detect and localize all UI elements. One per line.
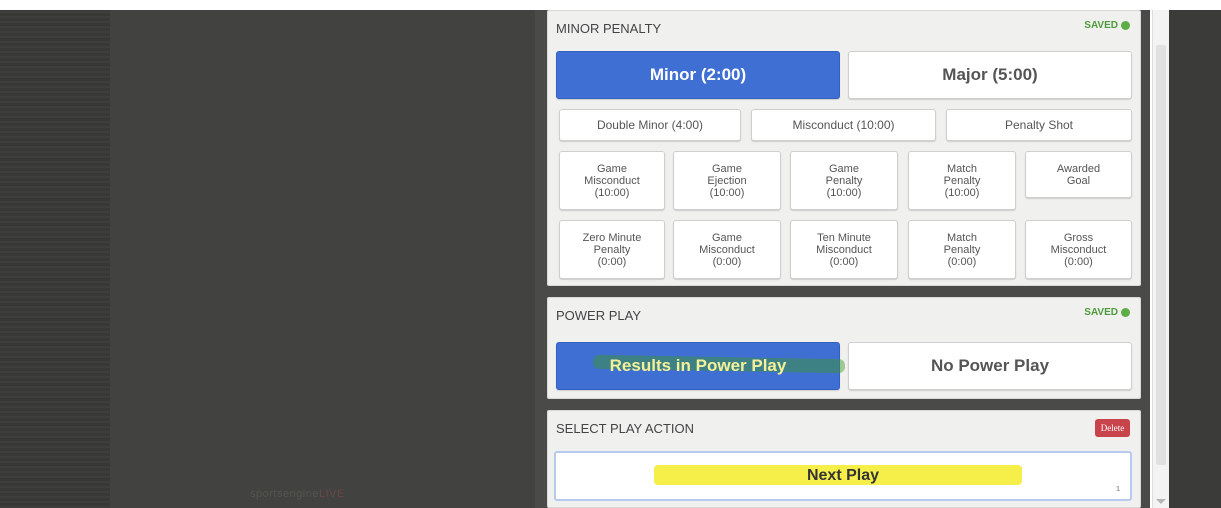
double-minor-button[interactable]: Double Minor (4:00) xyxy=(559,109,741,141)
left-backdrop-inner xyxy=(110,10,535,508)
game-misconduct-0-button[interactable]: Game Misconduct (0:00) xyxy=(673,220,781,279)
game-ejection-button[interactable]: Game Ejection (10:00) xyxy=(673,151,781,210)
saved-check-icon xyxy=(1121,21,1130,30)
right-backdrop xyxy=(1169,10,1221,508)
match-penalty-0-button[interactable]: Match Penalty (0:00) xyxy=(908,220,1016,279)
match-penalty-10-button[interactable]: Match Penalty (10:00) xyxy=(908,151,1016,210)
delete-button[interactable]: Delete xyxy=(1095,419,1130,437)
saved-check-icon xyxy=(1121,308,1130,317)
section-title: SELECT PLAY ACTION xyxy=(556,421,694,436)
saved-indicator: SAVED xyxy=(1084,20,1130,31)
zero-minute-penalty-button[interactable]: Zero Minute Penalty (0:00) xyxy=(559,220,665,279)
section-title: MINOR PENALTY xyxy=(556,21,662,36)
awarded-goal-button[interactable]: Awarded Goal xyxy=(1025,151,1132,198)
left-backdrop: sportsengineLIVE xyxy=(0,10,535,508)
power-play-section: POWER PLAY SAVED Results in Power Play N… xyxy=(547,297,1141,399)
saved-indicator: SAVED xyxy=(1084,307,1130,318)
no-power-play-button[interactable]: No Power Play xyxy=(848,342,1132,390)
ten-minute-misconduct-button[interactable]: Ten Minute Misconduct (0:00) xyxy=(790,220,898,279)
gross-misconduct-button[interactable]: Gross Misconduct (0:00) xyxy=(1025,220,1132,279)
scrollbar-thumb[interactable] xyxy=(1156,45,1166,465)
scroll-down-arrow-icon[interactable] xyxy=(1156,499,1166,504)
play-action-section: SELECT PLAY ACTION Delete Next Play 1 xyxy=(547,410,1141,508)
game-misconduct-10-button[interactable]: Game Misconduct (10:00) xyxy=(559,151,665,210)
game-penalty-button[interactable]: Game Penalty (10:00) xyxy=(790,151,898,210)
minor-penalty-section: MINOR PENALTY SAVED Minor (2:00) Major (… xyxy=(547,10,1141,286)
next-play-button[interactable]: Next Play 1 xyxy=(554,451,1132,501)
misconduct-button[interactable]: Misconduct (10:00) xyxy=(751,109,936,141)
major-5-button[interactable]: Major (5:00) xyxy=(848,51,1132,99)
sportsengine-logo: sportsengineLIVE xyxy=(250,488,345,500)
section-title: POWER PLAY xyxy=(556,308,642,323)
results-in-power-play-button[interactable]: Results in Power Play xyxy=(556,342,846,390)
minor-2-button[interactable]: Minor (2:00) xyxy=(556,51,840,99)
penalty-shot-button[interactable]: Penalty Shot xyxy=(946,109,1132,141)
vertical-scrollbar[interactable] xyxy=(1152,10,1169,508)
